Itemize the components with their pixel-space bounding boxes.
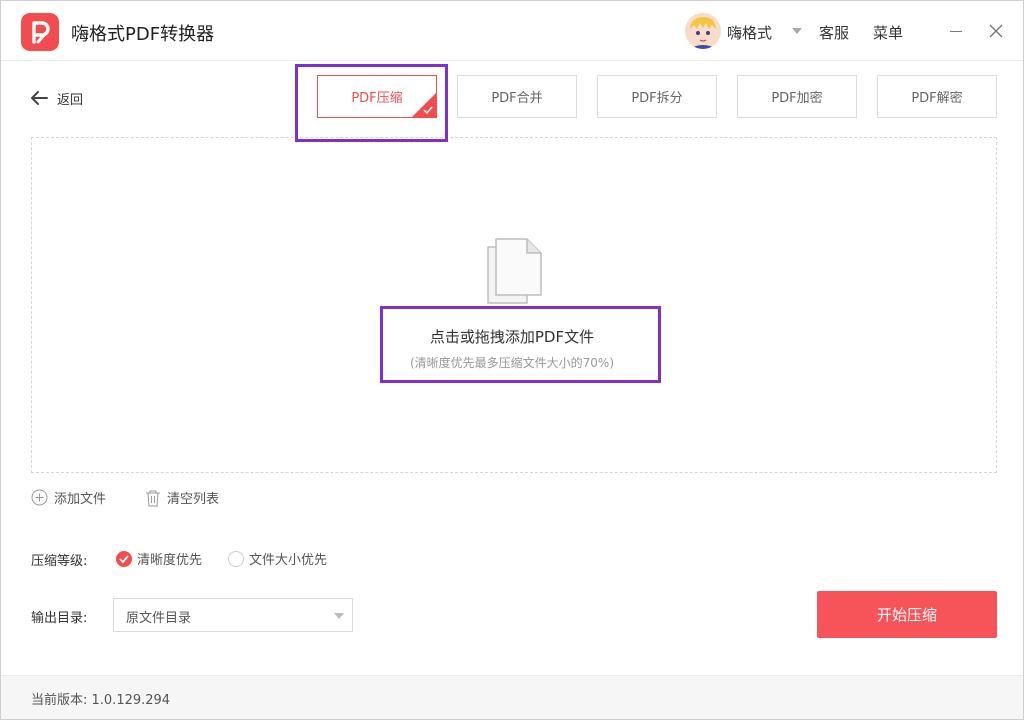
tab-pdf-merge[interactable]: PDF合并 — [457, 75, 577, 118]
tab-pdf-compress[interactable]: PDF压缩 — [317, 75, 437, 118]
radio-label: 文件大小优先 — [249, 553, 328, 568]
clear-list-button[interactable]: 清空列表 — [145, 488, 219, 507]
tab-label: PDF解密 — [911, 91, 963, 106]
arrow-left-icon — [31, 91, 48, 105]
document-icon — [487, 238, 542, 304]
radio-clarity-first[interactable]: 清晰度优先 — [116, 549, 202, 568]
back-label: 返回 — [57, 92, 84, 108]
add-file-label: 添加文件 — [54, 492, 107, 507]
start-compress-button[interactable]: 开始压缩 — [817, 591, 997, 638]
add-file-button[interactable]: 添加文件 — [31, 488, 106, 507]
tab-pdf-split[interactable]: PDF拆分 — [597, 75, 717, 118]
menu-link[interactable]: 菜单 — [873, 22, 903, 43]
tab-label: PDF加密 — [771, 91, 823, 106]
drop-title[interactable]: 点击或拖拽添加PDF文件 — [1, 326, 1023, 347]
minimize-icon[interactable] — [945, 20, 967, 42]
status-bar: 当前版本: 1.0.129.294 — [1, 675, 1023, 719]
trash-icon — [146, 490, 160, 506]
tab-label: PDF拆分 — [631, 91, 683, 106]
radio-unchecked[interactable] — [228, 550, 244, 567]
output-dir-label: 输出目录: — [31, 611, 88, 626]
drop-zone[interactable] — [31, 137, 997, 473]
chevron-down-icon — [334, 613, 344, 619]
output-dir-value: 原文件目录 — [126, 611, 192, 626]
app-title: 嗨格式PDF转换器 — [71, 24, 215, 45]
output-dir-select[interactable]: 原文件目录 — [113, 598, 353, 632]
check-icon — [423, 106, 433, 114]
tab-label: PDF合并 — [491, 91, 543, 106]
clear-list-label: 清空列表 — [167, 492, 220, 507]
avatar[interactable] — [685, 13, 721, 49]
version-text: 当前版本: 1.0.129.294 — [31, 693, 171, 708]
drop-subtitle: (清晰度优先最多压缩文件大小的70%) — [409, 356, 615, 370]
tab-label: PDF压缩 — [351, 91, 403, 106]
pdf-logo-icon — [21, 13, 59, 51]
title-bar: 嗨格式PDF转换器 嗨格式 客服 菜单 — [1, 1, 1023, 61]
compression-level-label: 压缩等级: — [31, 554, 88, 569]
service-link[interactable]: 客服 — [819, 22, 849, 43]
chevron-down-icon[interactable] — [792, 28, 802, 34]
radio-label: 清晰度优先 — [137, 553, 203, 568]
close-icon[interactable] — [985, 20, 1007, 42]
tab-pdf-encrypt[interactable]: PDF加密 — [737, 75, 857, 118]
radio-checked[interactable] — [116, 550, 132, 567]
radio-size-first[interactable]: 文件大小优先 — [228, 549, 327, 568]
plus-circle-icon — [31, 489, 48, 506]
username[interactable]: 嗨格式 — [727, 22, 772, 43]
check-icon — [119, 554, 129, 563]
tab-pdf-decrypt[interactable]: PDF解密 — [877, 75, 997, 118]
back-button[interactable]: 返回 — [29, 87, 83, 109]
app-window: 嗨格式PDF转换器 嗨格式 客服 菜单 返回 PDF压缩 PDF合并 PDF拆分… — [0, 0, 1024, 720]
